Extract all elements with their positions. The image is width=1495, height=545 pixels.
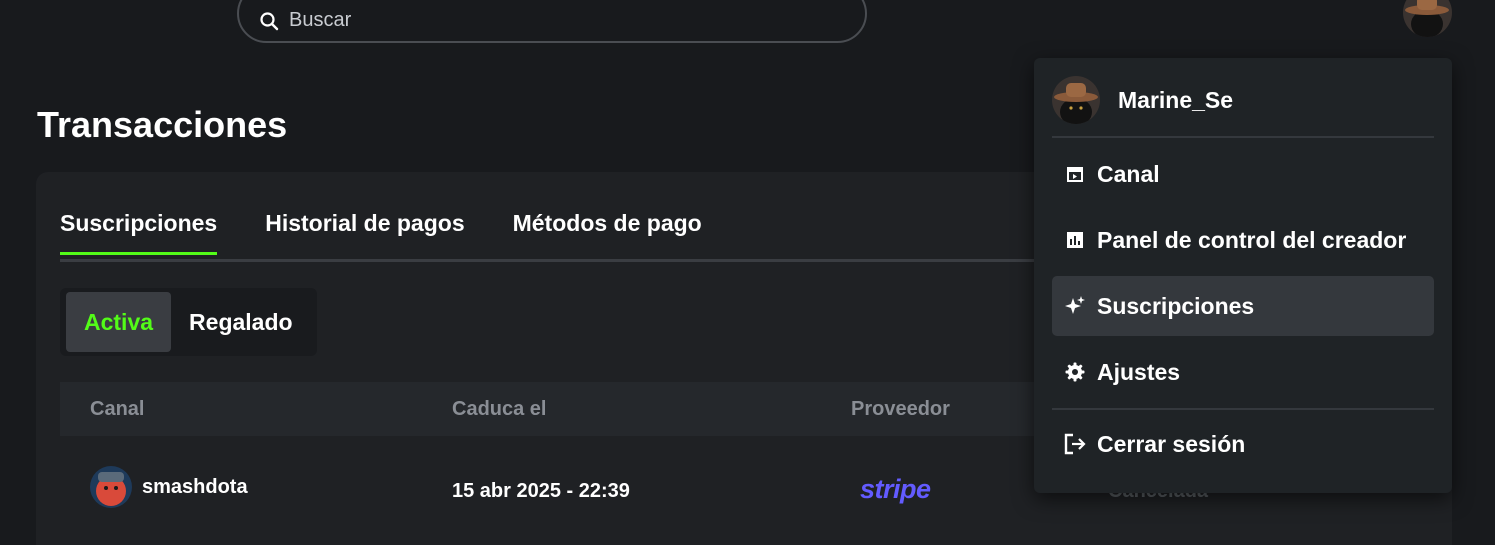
channel-avatar[interactable] (90, 466, 132, 508)
menu-username: Marine_Se (1118, 86, 1234, 113)
menu-item-label: Suscripciones (1097, 292, 1255, 319)
top-bar (0, 0, 1495, 62)
menu-item-label: Canal (1097, 160, 1160, 187)
menu-avatar (1052, 76, 1100, 124)
menu-divider (1052, 136, 1434, 138)
menu-item-creator-dashboard[interactable]: Panel de control del creador (1052, 210, 1434, 270)
column-header-proveedor: Proveedor (851, 398, 950, 420)
menu-item-cerrar-sesion[interactable]: Cerrar sesión (1052, 414, 1434, 474)
page-title: Transacciones (37, 104, 288, 145)
gear-icon (1064, 361, 1086, 383)
provider-logo: stripe (860, 474, 931, 504)
filter-regalado-button[interactable]: Regalado (171, 292, 311, 352)
tab-historial-de-pagos[interactable]: Historial de pagos (265, 210, 464, 255)
user-dropdown-menu: Marine_Se Canal Panel de control del cre… (1034, 58, 1452, 493)
menu-divider (1052, 408, 1434, 410)
channel-avatar-image (90, 466, 132, 508)
menu-item-label: Panel de control del creador (1097, 226, 1407, 253)
menu-item-suscripciones[interactable]: Suscripciones (1052, 276, 1434, 336)
column-header-canal: Canal (90, 398, 145, 420)
tab-bar: Suscripciones Historial de pagos Métodos… (60, 210, 702, 255)
logout-icon (1064, 433, 1086, 455)
menu-item-ajustes[interactable]: Ajustes (1052, 342, 1434, 402)
sparkle-icon (1064, 295, 1086, 317)
search-icon (260, 11, 279, 30)
search-bar[interactable] (237, 0, 867, 43)
menu-avatar-image (1052, 76, 1100, 124)
user-avatar-button[interactable] (1403, 0, 1452, 37)
avatar-image (1403, 0, 1452, 37)
channel-name[interactable]: smashdota (142, 476, 248, 499)
store-icon (1064, 163, 1086, 185)
menu-user-header: Marine_Se (1052, 76, 1233, 124)
expiry-date: 15 abr 2025 - 22:39 (452, 480, 630, 502)
filter-activa-button[interactable]: Activa (66, 292, 172, 352)
tab-suscripciones[interactable]: Suscripciones (60, 210, 218, 255)
column-header-caduca: Caduca el (452, 398, 547, 420)
status-filter: Activa Regalado (60, 288, 317, 356)
menu-item-label: Cerrar sesión (1097, 430, 1246, 457)
menu-item-label: Ajustes (1097, 358, 1181, 385)
menu-item-canal[interactable]: Canal (1052, 144, 1434, 204)
search-input[interactable] (289, 9, 809, 32)
chart-icon (1064, 229, 1086, 251)
tab-metodos-de-pago[interactable]: Métodos de pago (513, 210, 702, 255)
